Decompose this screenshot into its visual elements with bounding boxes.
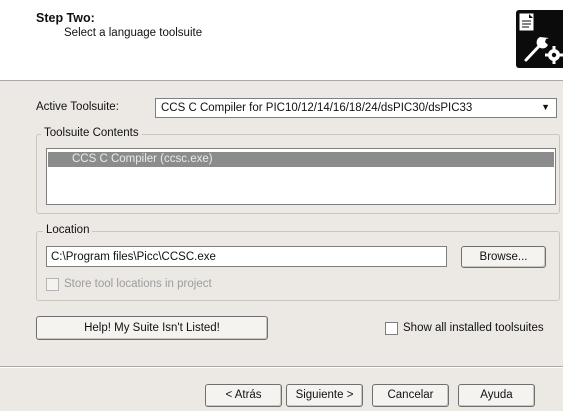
footer-divider [0,366,563,368]
list-item[interactable]: CCS C Compiler (ccsc.exe) [48,152,554,167]
chevron-down-icon[interactable]: ▼ [541,102,550,112]
toolsuite-contents-list[interactable]: CCS C Compiler (ccsc.exe) [46,148,556,205]
help-my-suite-button[interactable]: Help! My Suite Isn't Listed! [36,316,268,340]
store-locations-label: Store tool locations in project [64,278,212,290]
toolsuite-contents-label: Toolsuite Contents [41,127,142,139]
wizard-header: Step Two: Select a language toolsuite [0,0,563,81]
next-button[interactable]: Siguiente > [286,384,363,407]
active-toolsuite-label: Active Toolsuite: [36,101,119,113]
show-all-toolsuites-label: Show all installed toolsuites [403,322,544,334]
toolsuite-selected-value: CCS C Compiler for PIC10/12/14/16/18/24/… [161,102,473,114]
step-title: Step Two: [36,11,95,25]
browse-button[interactable]: Browse... [461,246,546,268]
store-locations-checkbox[interactable] [46,278,59,291]
location-input[interactable] [51,248,441,265]
location-label: Location [43,224,93,236]
back-button[interactable]: < Atrás [205,384,282,407]
wizard-tools-icon [516,10,563,68]
help-button[interactable]: Ayuda [458,384,535,407]
cancel-button[interactable]: Cancelar [372,384,449,407]
show-all-toolsuites-checkbox[interactable] [385,322,398,335]
toolsuite-dropdown[interactable]: CCS C Compiler for PIC10/12/14/16/18/24/… [155,98,557,118]
location-field[interactable] [46,246,447,267]
step-subtitle: Select a language toolsuite [64,27,203,39]
